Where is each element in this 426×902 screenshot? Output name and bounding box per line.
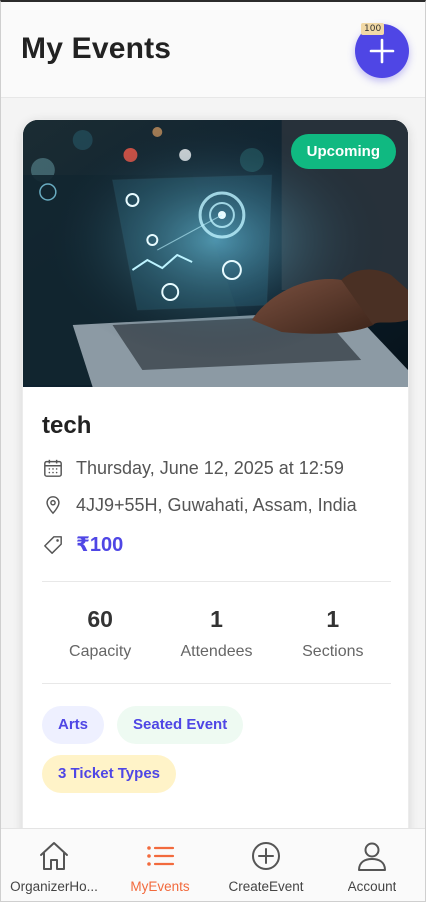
nav-label: CreateEvent: [228, 879, 304, 894]
home-icon: [40, 842, 68, 870]
stat-value: 1: [210, 606, 223, 632]
event-date: Thursday, June 12, 2025 at 12:59: [76, 457, 344, 478]
app-screen: My Events 100 Upcoming tech Thursday, Ju…: [0, 0, 426, 902]
plus-circle-icon: [252, 842, 280, 870]
list-icon: [147, 846, 175, 866]
stat-sections: 1 Sections: [275, 606, 391, 661]
location-pin-icon: [42, 494, 64, 516]
event-location: 4JJ9+55H, Guwahati, Assam, India: [76, 494, 357, 515]
stat-value: 60: [87, 606, 113, 632]
event-cover-image: Upcoming: [23, 120, 408, 387]
tag-category: Arts: [42, 706, 105, 744]
top-header: My Events 100: [1, 2, 425, 98]
event-stats: 60 Capacity 1 Attendees 1 Sections: [42, 606, 391, 661]
stat-attendees: 1 Attendees: [158, 606, 274, 661]
nav-item-account[interactable]: Account: [319, 829, 425, 901]
event-location-row: 4JJ9+55H, Guwahati, Assam, India: [42, 494, 357, 516]
debug-badge: 100: [361, 23, 385, 35]
stat-label: Attendees: [180, 643, 253, 660]
nav-item-organizer-home[interactable]: OrganizerHo...: [1, 829, 107, 901]
nav-item-create-event[interactable]: CreateEvent: [213, 829, 319, 901]
event-card[interactable]: Upcoming tech Thursday, June 12, 2025 at…: [22, 119, 409, 859]
stat-value: 1: [326, 606, 340, 632]
page-title: My Events: [21, 32, 172, 65]
event-price-row: ₹100: [42, 532, 123, 557]
event-date-row: Thursday, June 12, 2025 at 12:59: [42, 457, 344, 479]
stat-capacity: 60 Capacity: [42, 606, 158, 661]
calendar-icon: [42, 457, 64, 479]
tag-seating: Seated Event: [117, 706, 244, 744]
user-icon: [358, 842, 386, 871]
stat-label: Capacity: [69, 643, 132, 660]
nav-label: MyEvents: [130, 879, 190, 894]
bottom-nav: OrganizerHo... MyEvents CreateEvent Acco…: [1, 828, 425, 901]
tag-ticket-types: 3 Ticket Types: [42, 755, 176, 793]
nav-label: Account: [347, 879, 397, 894]
divider: [42, 581, 391, 582]
nav-label: OrganizerHo...: [10, 879, 98, 894]
stat-label: Sections: [302, 643, 364, 660]
plus-icon: [369, 38, 395, 64]
nav-item-my-events[interactable]: MyEvents: [107, 829, 213, 901]
event-title: tech: [42, 412, 92, 439]
status-badge: Upcoming: [290, 134, 396, 169]
event-price: ₹100: [76, 534, 124, 556]
divider: [42, 683, 391, 684]
price-tag-icon: [42, 534, 64, 556]
